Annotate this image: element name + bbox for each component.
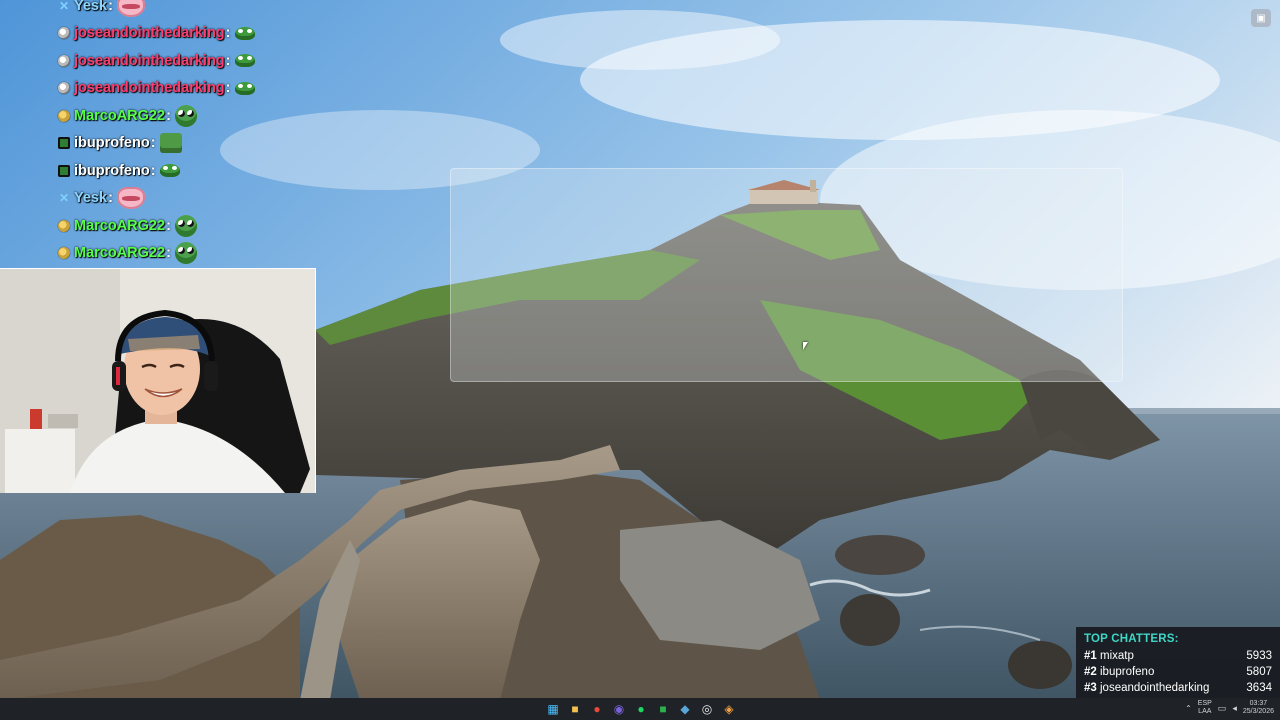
pepe-emote-icon	[174, 104, 197, 127]
chat-username: Yesk	[74, 0, 108, 14]
chat-username: MarcoARG22	[74, 107, 166, 124]
background-window[interactable]	[450, 168, 1123, 382]
extra-app-icon[interactable]: ◈	[721, 701, 737, 717]
top-chatter-count: 3634	[1246, 682, 1272, 694]
chat-colon: :	[225, 80, 231, 97]
chat-message: joseandointhedarking:	[58, 75, 318, 103]
webcam-feed	[0, 268, 316, 493]
file-explorer-icon[interactable]: ■	[567, 701, 583, 717]
pepe-emote-icon	[174, 214, 197, 237]
system-tray: ⌃ ESP LAA ▭ ◂ 03:37 25/3/2026	[1185, 700, 1274, 716]
clock-time: 03:37	[1249, 700, 1268, 707]
webcam-image	[0, 269, 315, 493]
coin-badge-icon	[58, 247, 70, 260]
globe-badge-icon	[58, 54, 70, 67]
chat-message: joseandointhedarking:	[58, 20, 318, 48]
chat-username: MarcoARG22	[74, 217, 166, 234]
streamer-app-icon[interactable]: ◎	[699, 701, 715, 717]
volume-icon[interactable]: ◂	[1232, 703, 1237, 714]
language-bottom: LAA	[1198, 708, 1212, 715]
network-icon[interactable]: ▭	[1218, 703, 1227, 714]
frog-emote-icon	[159, 164, 180, 178]
frog-emote-icon	[234, 81, 255, 95]
top-chatter-rank: #1	[1084, 650, 1097, 662]
chat-username: MarcoARG22	[74, 245, 166, 262]
chat-colon: :	[225, 52, 231, 69]
chat-colon: :	[225, 25, 231, 42]
top-chatters-title: TOP CHATTERS:	[1084, 633, 1179, 645]
chat-username: joseandointhedarking	[74, 52, 225, 69]
top-chatter-name: ibuprofeno	[1100, 666, 1155, 678]
clock-date: 25/3/2026	[1242, 708, 1274, 715]
chat-message: ibuprofeno:	[58, 130, 318, 158]
x-badge-icon: ✕	[58, 0, 70, 13]
square-badge-icon	[58, 137, 70, 150]
taskbar: ▦ ■ ● ◉ ● ■ ◆ ◎ ◈ ⌃ ESP LAA ▭ ◂ 03:37 25/3/2026	[0, 698, 1280, 720]
chat-message: ibuprofeno:	[58, 157, 318, 185]
chat-overlay: ✕ Yesk: joseandointhedarking: joseandointhe…	[58, 0, 318, 267]
windows-start-icon[interactable]: ▦	[545, 701, 561, 717]
lips-emote-icon	[116, 0, 145, 17]
chat-message: MarcoARG22:	[58, 102, 318, 130]
chat-message: MarcoARG22:	[58, 212, 318, 240]
chat-message: ✕ Yesk:	[58, 185, 318, 213]
spotify-icon[interactable]: ●	[633, 701, 649, 717]
top-chatter-row: #1 mixatp 5933	[1084, 648, 1272, 664]
language-indicator[interactable]: ESP LAA	[1198, 700, 1212, 716]
chat-colon: :	[108, 190, 113, 207]
block-emote-icon	[159, 133, 182, 154]
square-badge-icon	[58, 164, 70, 177]
top-chatter-rank: #3	[1084, 682, 1097, 694]
coin-badge-icon	[58, 219, 70, 232]
frog-emote-icon	[234, 26, 255, 40]
chat-colon: :	[150, 162, 156, 179]
mouse-cursor	[803, 342, 808, 350]
chat-message: MarcoARG22:	[58, 240, 318, 268]
globe-badge-icon	[58, 27, 70, 40]
window-icon: ▣	[1256, 12, 1266, 24]
chat-message: ✕ Yesk:	[58, 0, 318, 20]
chat-message: joseandointhedarking:	[58, 47, 318, 75]
chat-colon: :	[150, 135, 156, 152]
chat-username: joseandointhedarking	[74, 80, 225, 97]
frog-emote-icon	[234, 54, 255, 68]
coin-badge-icon	[58, 109, 70, 122]
clock[interactable]: 03:37 25/3/2026	[1243, 700, 1274, 716]
obs-icon[interactable]: ◉	[611, 701, 627, 717]
app-green-icon[interactable]: ■	[655, 701, 671, 717]
chat-username: ibuprofeno	[74, 135, 150, 152]
steam-icon[interactable]: ◆	[677, 701, 693, 717]
chevron-up-icon[interactable]: ⌃	[1185, 704, 1192, 713]
top-chatter-row: #3 joseandointhedarking 3634	[1084, 680, 1272, 696]
top-chatters-panel: TOP CHATTERS: #1 mixatp 5933 #2 ibuprofe…	[1076, 627, 1280, 709]
chat-username: joseandointhedarking	[74, 25, 225, 42]
pepe-emote-icon	[174, 242, 197, 265]
top-chatter-name: mixatp	[1100, 650, 1134, 662]
chat-colon: :	[166, 217, 171, 234]
top-chatter-row: #2 ibuprofeno 5807	[1084, 664, 1272, 680]
top-chatter-count: 5807	[1246, 666, 1272, 678]
chat-username: ibuprofeno	[74, 162, 150, 179]
language-top: ESP	[1197, 700, 1212, 707]
top-chatter-count: 5933	[1246, 650, 1272, 662]
corner-button[interactable]: ▣	[1251, 9, 1271, 27]
chat-colon: :	[166, 245, 171, 262]
chat-colon: :	[166, 107, 171, 124]
chrome-icon[interactable]: ●	[589, 701, 605, 717]
top-chatter-rank: #2	[1084, 666, 1097, 678]
chat-username: Yesk	[74, 190, 108, 207]
top-chatter-name: joseandointhedarking	[1100, 682, 1210, 694]
x-badge-icon: ✕	[58, 191, 70, 206]
taskbar-apps: ▦ ■ ● ◉ ● ■ ◆ ◎ ◈	[545, 701, 737, 717]
globe-badge-icon	[58, 82, 70, 95]
lips-emote-icon	[116, 187, 145, 210]
chat-colon: :	[108, 0, 113, 14]
